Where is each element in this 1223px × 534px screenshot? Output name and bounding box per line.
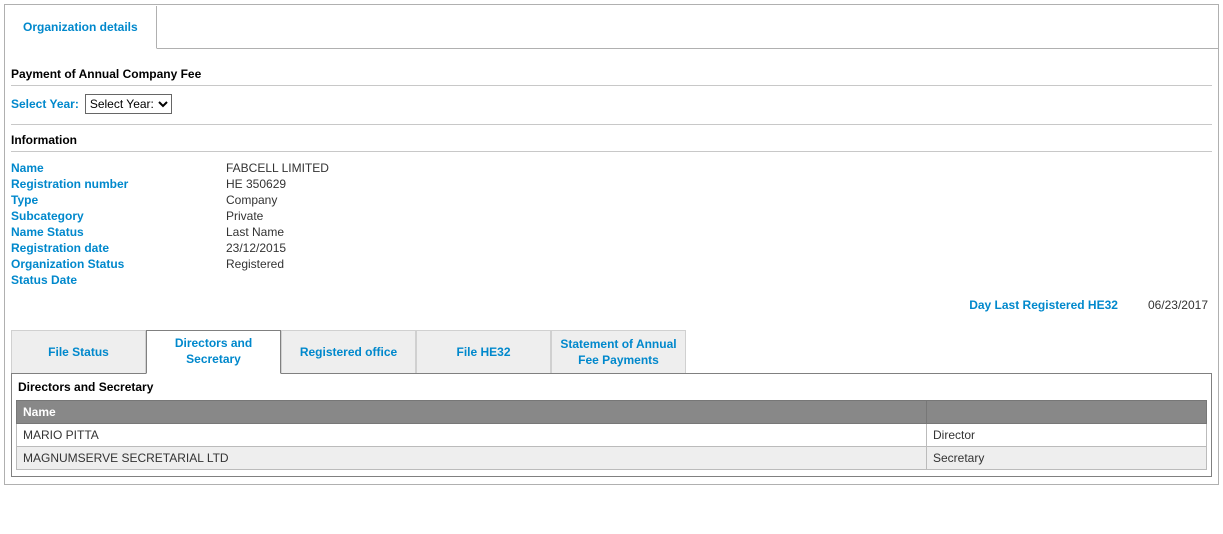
cell-role: Director: [927, 424, 1207, 447]
tab-file-status[interactable]: File Status: [11, 330, 146, 374]
col-header-role: [927, 401, 1207, 424]
table-row: MARIO PITTA Director: [17, 424, 1207, 447]
select-year-dropdown[interactable]: Select Year:: [85, 94, 172, 114]
tab-organization-details[interactable]: Organization details: [5, 6, 157, 49]
main-frame: Organization details Payment of Annual C…: [4, 4, 1219, 485]
directors-panel: Directors and Secretary Name MARIO PITTA…: [11, 373, 1212, 477]
info-row-name: Name FABCELL LIMITED: [11, 160, 1212, 176]
directors-panel-title: Directors and Secretary: [18, 380, 1207, 394]
tab-statement-fee[interactable]: Statement of Annual Fee Payments: [551, 330, 686, 374]
info-value: ΗΕ 350629: [226, 176, 286, 192]
tab-registered-office[interactable]: Registered office: [281, 330, 416, 374]
select-year-row: Select Year: Select Year:: [11, 94, 1212, 114]
info-row-subcat: Subcategory Private: [11, 208, 1212, 224]
info-label: Organization Status: [11, 256, 226, 272]
he32-label: Day Last Registered HE32: [969, 298, 1118, 312]
info-label: Status Date: [11, 272, 226, 288]
table-row: MAGNUMSERVE SECRETARIAL LTD Secretary: [17, 447, 1207, 470]
info-value: FABCELL LIMITED: [226, 160, 329, 176]
divider: [11, 85, 1212, 86]
info-label: Type: [11, 192, 226, 208]
divider: [11, 124, 1212, 125]
tab-directors-secretary[interactable]: Directors and Secretary: [146, 330, 281, 374]
info-value: 23/12/2015: [226, 240, 286, 256]
sub-tabs: File Status Directors and Secretary Regi…: [11, 330, 1212, 374]
info-row-orgstatus: Organization Status Registered: [11, 256, 1212, 272]
info-row-type: Type Company: [11, 192, 1212, 208]
info-value: Last Name: [226, 224, 284, 240]
he32-row: Day Last Registered HE32 06/23/2017: [11, 298, 1208, 312]
info-value: Private: [226, 208, 263, 224]
info-row-statusdate: Status Date: [11, 272, 1212, 288]
payment-heading: Payment of Annual Company Fee: [11, 67, 1212, 81]
info-label: Name Status: [11, 224, 226, 240]
info-label: Subcategory: [11, 208, 226, 224]
cell-name: MARIO PITTA: [17, 424, 927, 447]
info-row-regdate: Registration date 23/12/2015: [11, 240, 1212, 256]
he32-date: 06/23/2017: [1148, 298, 1208, 312]
col-header-name: Name: [17, 401, 927, 424]
info-value: Company: [226, 192, 277, 208]
content-area: Payment of Annual Company Fee Select Yea…: [5, 49, 1218, 484]
cell-name: MAGNUMSERVE SECRETARIAL LTD: [17, 447, 927, 470]
info-label: Registration date: [11, 240, 226, 256]
info-label: Registration number: [11, 176, 226, 192]
divider: [11, 151, 1212, 152]
cell-role: Secretary: [927, 447, 1207, 470]
tab-file-he32[interactable]: File HE32: [416, 330, 551, 374]
info-row-namestatus: Name Status Last Name: [11, 224, 1212, 240]
info-label: Name: [11, 160, 226, 176]
directors-table: Name MARIO PITTA Director MAGNUMSERVE SE…: [16, 400, 1207, 470]
information-heading: Information: [11, 133, 1212, 147]
info-row-regnum: Registration number ΗΕ 350629: [11, 176, 1212, 192]
info-table: Name FABCELL LIMITED Registration number…: [11, 160, 1212, 288]
info-value: Registered: [226, 256, 284, 272]
top-tab-row: Organization details: [5, 5, 1218, 49]
select-year-label: Select Year:: [11, 97, 79, 111]
